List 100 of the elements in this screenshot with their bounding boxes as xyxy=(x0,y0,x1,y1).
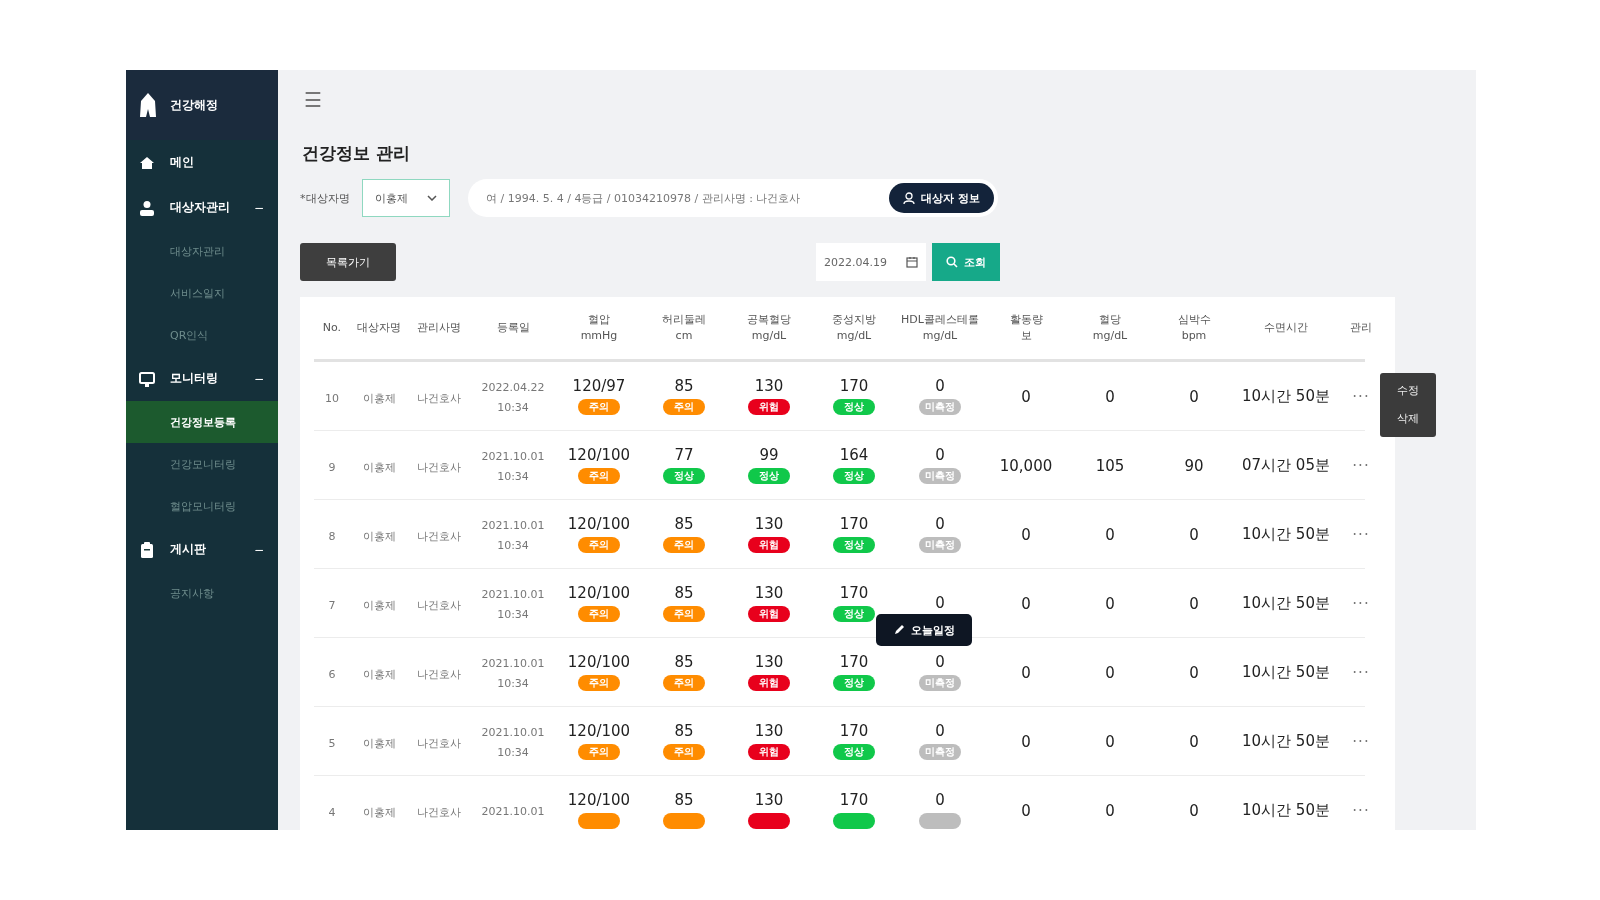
menu-item[interactable]: 삭제 xyxy=(1380,404,1436,433)
status-badge: 정상 xyxy=(833,675,875,691)
sidebar-subitem[interactable]: QR인식 xyxy=(126,314,278,356)
table-cell: 170 xyxy=(839,584,869,602)
more-button[interactable]: ··· xyxy=(1352,732,1370,751)
status-badge: 미측정 xyxy=(919,744,961,760)
status-badge: 위험 xyxy=(748,537,790,553)
more-button[interactable]: ··· xyxy=(1352,387,1370,406)
menu-item[interactable]: 수정 xyxy=(1380,376,1436,405)
row-number: 7 xyxy=(328,598,336,612)
status-badge: 위험 xyxy=(748,606,790,622)
table-cell: 나건호사 xyxy=(417,529,461,543)
row-number: 6 xyxy=(328,667,336,681)
table-cell: 0 xyxy=(1021,801,1031,820)
table-cell: 10시간 50분 xyxy=(1242,525,1330,543)
table-cell: 이홍제 xyxy=(362,736,396,750)
status-badge: 정상 xyxy=(833,606,875,622)
table-cell: 0 xyxy=(1021,663,1031,682)
clipboard-icon xyxy=(138,540,156,559)
collapse-toggle[interactable]: − xyxy=(253,542,264,557)
table-cell: 0 xyxy=(1105,594,1115,613)
table-cell: 0 xyxy=(935,594,945,612)
table-cell: 10시간 50분 xyxy=(1242,594,1330,612)
chevron-icon xyxy=(427,195,437,201)
status-badge: 주의 xyxy=(663,675,705,691)
more-button[interactable]: ··· xyxy=(1352,594,1370,613)
status-badge: 주의 xyxy=(578,744,620,760)
table-cell: 120/100 xyxy=(567,446,631,464)
column-header: 허리둘레 cm xyxy=(661,311,707,344)
table-cell: 85 xyxy=(674,722,694,740)
table-cell: 이홍제 xyxy=(362,460,396,474)
more-button[interactable]: ··· xyxy=(1352,456,1370,475)
back-button[interactable]: 목록가기 xyxy=(300,243,396,281)
page-title: 건강정보 관리 xyxy=(302,142,411,165)
table-cell: 0 xyxy=(1189,732,1199,751)
date-cell: 2021.10.01 10:34 xyxy=(481,587,545,621)
search-button[interactable]: 조회 xyxy=(932,243,1000,281)
more-button[interactable]: ··· xyxy=(1352,663,1370,682)
column-header: 혈당 mg/dL xyxy=(1091,311,1129,344)
info-button[interactable]: 대상자 정보 xyxy=(889,183,994,213)
sidebar-subitem[interactable]: 혈압모니터링 xyxy=(126,485,278,527)
more-button[interactable]: ··· xyxy=(1352,801,1370,820)
table-cell: 10시간 50분 xyxy=(1242,387,1330,405)
table-cell: 130 xyxy=(754,653,784,671)
date-field[interactable]: 2022.04.19 xyxy=(816,243,926,281)
collapse-toggle[interactable]: − xyxy=(253,200,264,215)
table-cell: 0 xyxy=(1021,525,1031,544)
sidebar-subitem[interactable]: 공지사항 xyxy=(126,572,278,614)
table-cell: 130 xyxy=(754,791,784,809)
column-header: 혈압 mmHg xyxy=(579,311,619,344)
tooltip-text: 오늘일정 xyxy=(911,622,955,638)
table-cell: 130 xyxy=(754,515,784,533)
table-cell: 나건호사 xyxy=(417,391,461,405)
status-badge: 미측정 xyxy=(919,675,961,691)
column-header: 관리 xyxy=(1349,319,1373,336)
sidebar-subitem[interactable]: 건강정보등록 xyxy=(126,401,278,443)
logo-icon xyxy=(138,91,158,119)
status-badge: 주의 xyxy=(578,606,620,622)
row-number: 5 xyxy=(328,736,336,750)
status-badge: 주의 xyxy=(663,744,705,760)
sidebar-item[interactable]: 대상자관리 − xyxy=(126,185,278,230)
more-button[interactable]: ··· xyxy=(1352,525,1370,544)
table-cell: 85 xyxy=(674,377,694,395)
status-badge: 위험 xyxy=(748,744,790,760)
table-cell: 120/100 xyxy=(567,722,631,740)
sidebar-item[interactable]: 모니터링 − xyxy=(126,356,278,401)
table-cell: 164 xyxy=(839,446,869,464)
sidebar-subitem[interactable]: 대상자관리 xyxy=(126,230,278,272)
search-icon xyxy=(946,256,958,268)
column-header: 공복혈당 mg/dL xyxy=(746,311,792,344)
sidebar-subitem[interactable]: 서비스일지 xyxy=(126,272,278,314)
table-cell: 0 xyxy=(1189,387,1199,406)
status-badge: 미측정 xyxy=(919,468,961,484)
status-badge: 주의 xyxy=(578,675,620,691)
status-badge: 미측정 xyxy=(919,537,961,553)
status-badge: 주의 xyxy=(578,468,620,484)
table-cell: 나건호사 xyxy=(417,667,461,681)
status-badge: 정상 xyxy=(748,468,790,484)
row-number: 10 xyxy=(325,391,339,405)
table-cell: 0 xyxy=(1105,525,1115,544)
collapse-toggle[interactable]: − xyxy=(253,371,264,386)
status-badge: 위험 xyxy=(748,675,790,691)
person-icon xyxy=(903,191,916,205)
table-cell: 85 xyxy=(674,584,694,602)
table-cell: 10,000 xyxy=(999,456,1053,475)
table-cell: 0 xyxy=(1105,387,1115,406)
sidebar-subitem[interactable]: 건강모니터링 xyxy=(126,443,278,485)
table-cell: 85 xyxy=(674,791,694,809)
table-cell: 0 xyxy=(1021,732,1031,751)
menu-button[interactable]: ☰ xyxy=(304,88,322,112)
table-cell: 99 xyxy=(759,446,779,464)
sidebar-item[interactable]: 메인 xyxy=(126,140,278,185)
sidebar-item[interactable]: 게시판 − xyxy=(126,527,278,572)
name-select[interactable]: 이홍제 xyxy=(362,179,450,217)
pencil-icon xyxy=(893,624,905,636)
date-cell: 2021.10.01 10:34 xyxy=(481,518,545,552)
date-cell: 2021.10.01 10:34 xyxy=(481,656,545,690)
table-cell: 0 xyxy=(1189,801,1199,820)
status-badge: 정상 xyxy=(833,537,875,553)
table-cell: 120/100 xyxy=(567,791,631,809)
